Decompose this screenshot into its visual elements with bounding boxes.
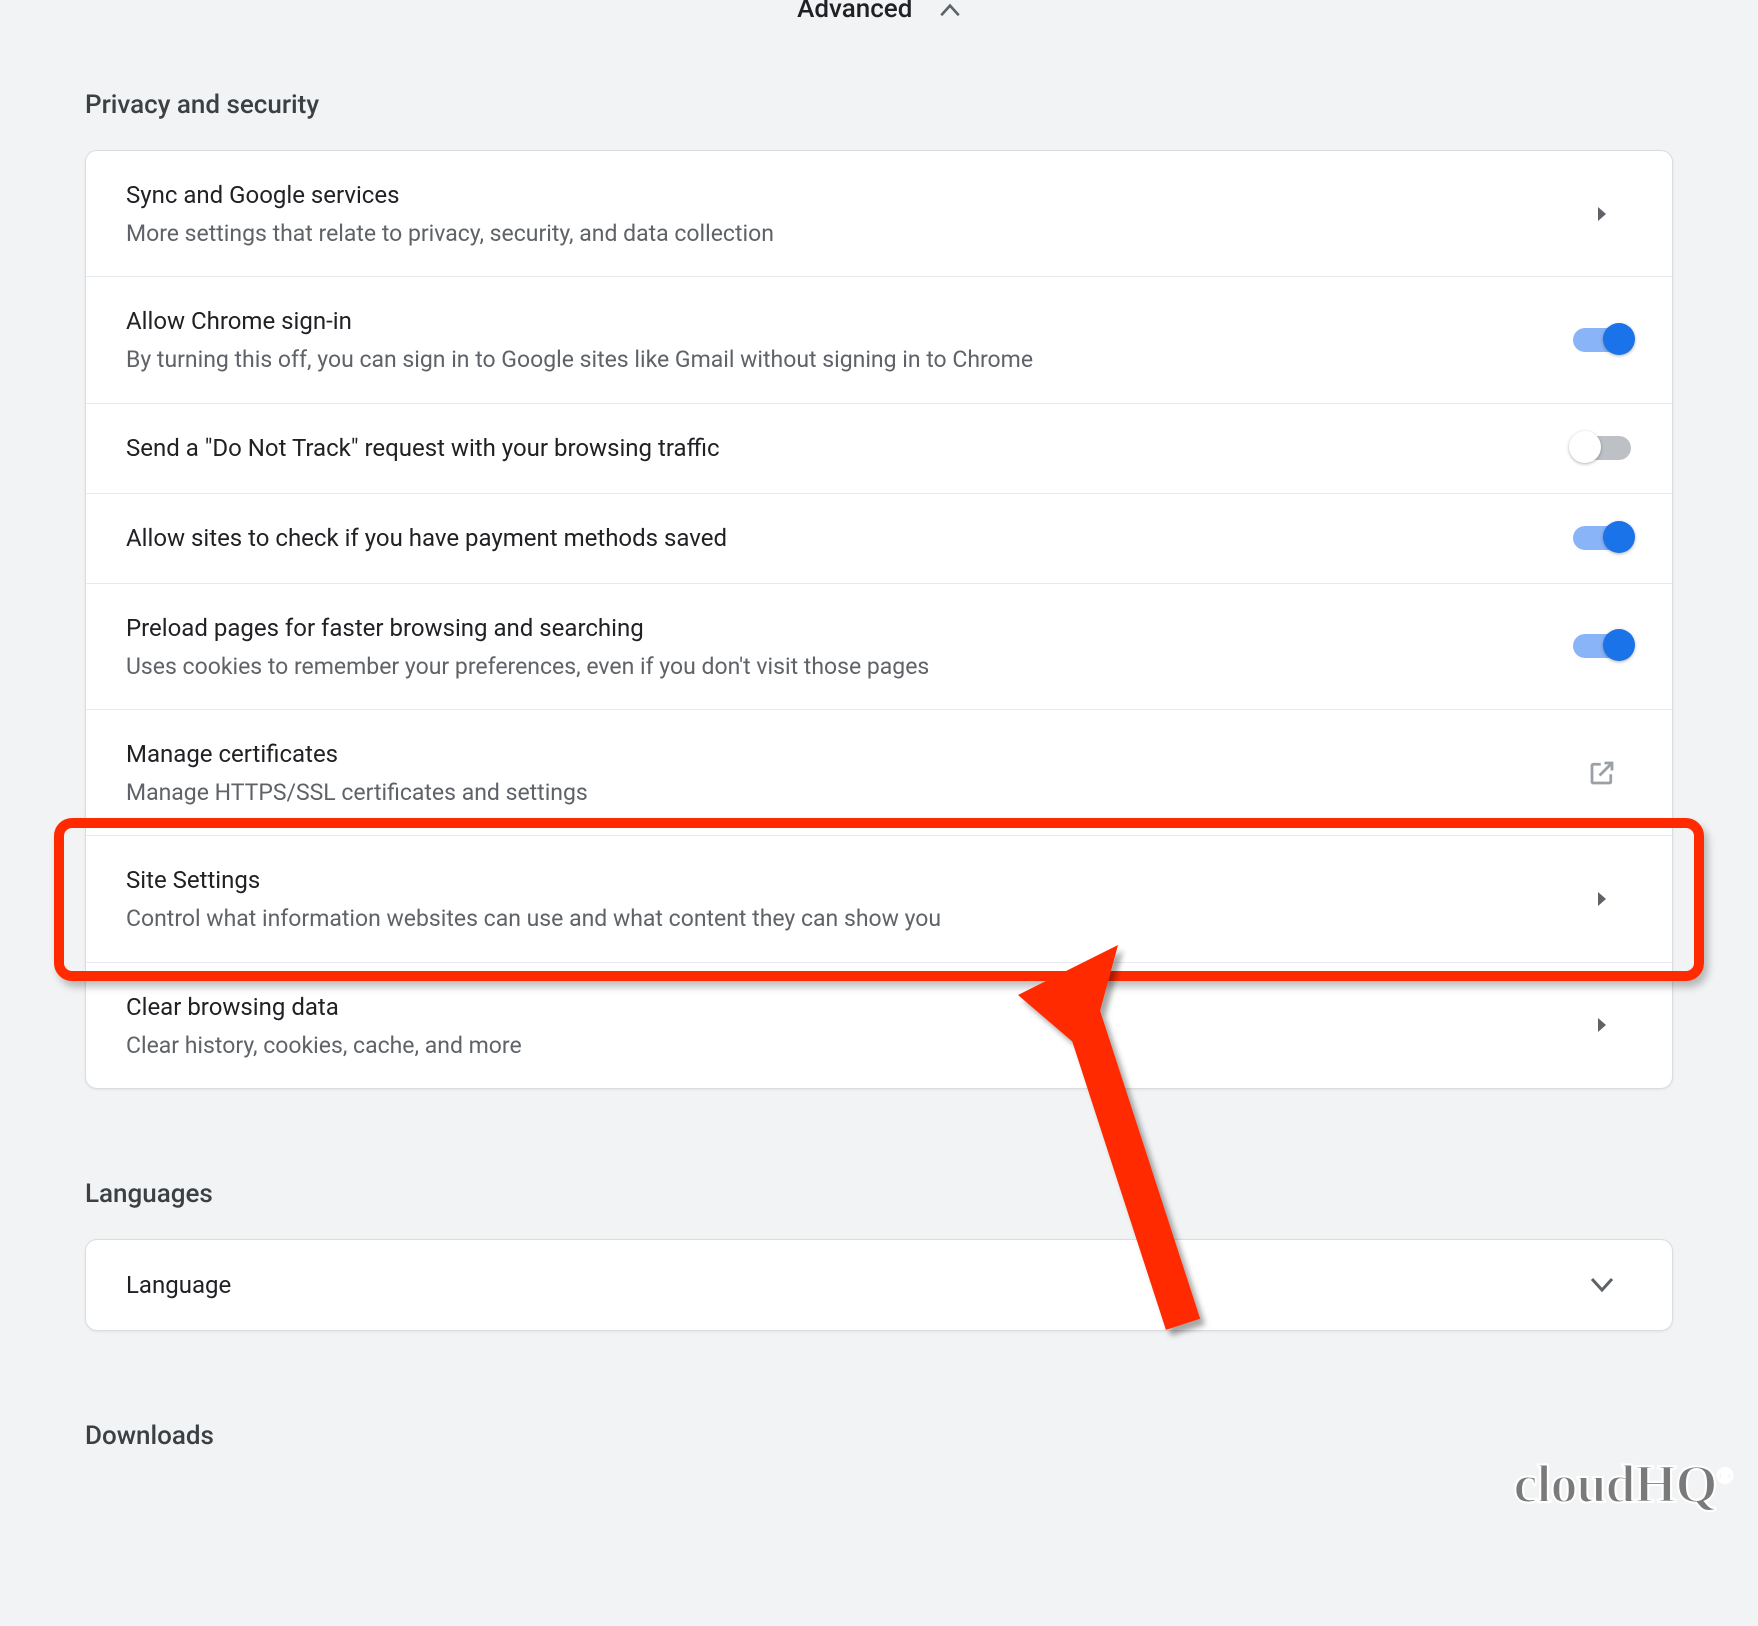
- languages-section-title: Languages: [85, 1179, 1758, 1209]
- row-site-settings[interactable]: Site Settings Control what information w…: [86, 836, 1672, 962]
- row-do-not-track[interactable]: Send a "Do Not Track" request with your …: [86, 404, 1672, 494]
- row-title: Sync and Google services: [126, 177, 1542, 213]
- row-title: Clear browsing data: [126, 989, 1542, 1025]
- toggle-preload-pages[interactable]: [1573, 634, 1631, 658]
- row-title: Send a "Do Not Track" request with your …: [126, 430, 1542, 466]
- row-subtitle: By turning this off, you can sign in to …: [126, 343, 1542, 376]
- advanced-label: Advanced: [797, 0, 912, 24]
- row-payment-methods[interactable]: Allow sites to check if you have payment…: [86, 494, 1672, 584]
- row-allow-chrome-signin[interactable]: Allow Chrome sign-in By turning this off…: [86, 277, 1672, 403]
- row-title: Preload pages for faster browsing and se…: [126, 610, 1542, 646]
- watermark: cloudHQ®: [1514, 1453, 1732, 1515]
- advanced-header[interactable]: Advanced: [0, 0, 1758, 24]
- row-subtitle: Uses cookies to remember your preference…: [126, 650, 1542, 683]
- row-title: Allow Chrome sign-in: [126, 303, 1542, 339]
- privacy-section-title: Privacy and security: [85, 90, 1758, 120]
- row-subtitle: Control what information websites can us…: [126, 902, 1542, 935]
- row-preload-pages[interactable]: Preload pages for faster browsing and se…: [86, 584, 1672, 710]
- caret-right-icon: [1572, 1017, 1632, 1033]
- row-clear-browsing-data[interactable]: Clear browsing data Clear history, cooki…: [86, 963, 1672, 1088]
- toggle-do-not-track[interactable]: [1573, 436, 1631, 460]
- chevron-down-icon: [1572, 1277, 1632, 1293]
- caret-right-icon: [1572, 891, 1632, 907]
- row-title: Language: [126, 1267, 1542, 1303]
- row-language[interactable]: Language: [86, 1240, 1672, 1330]
- row-title: Manage certificates: [126, 736, 1542, 772]
- row-subtitle: More settings that relate to privacy, se…: [126, 217, 1542, 250]
- caret-right-icon: [1572, 206, 1632, 222]
- row-title: Allow sites to check if you have payment…: [126, 520, 1542, 556]
- open-external-icon: [1572, 758, 1632, 788]
- downloads-section-title: Downloads: [85, 1421, 1758, 1451]
- row-subtitle: Manage HTTPS/SSL certificates and settin…: [126, 776, 1542, 809]
- row-title: Site Settings: [126, 862, 1542, 898]
- row-sync-google-services[interactable]: Sync and Google services More settings t…: [86, 151, 1672, 277]
- toggle-payment-methods[interactable]: [1573, 526, 1631, 550]
- toggle-chrome-signin[interactable]: [1573, 328, 1631, 352]
- privacy-card: Sync and Google services More settings t…: [85, 150, 1673, 1089]
- languages-card: Language: [85, 1239, 1673, 1331]
- row-manage-certificates[interactable]: Manage certificates Manage HTTPS/SSL cer…: [86, 710, 1672, 836]
- chevron-up-icon: [939, 3, 961, 17]
- row-subtitle: Clear history, cookies, cache, and more: [126, 1029, 1542, 1062]
